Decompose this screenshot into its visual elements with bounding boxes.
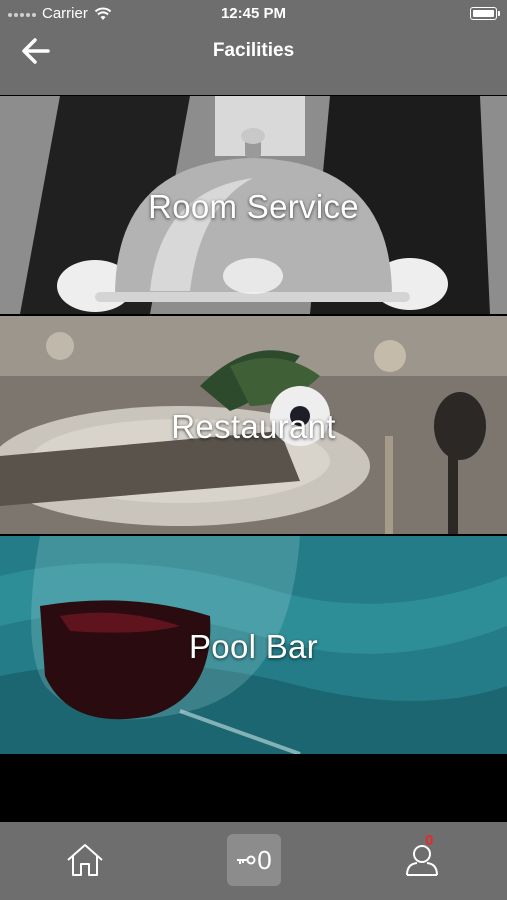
tile-restaurant[interactable]: Restaurant (0, 316, 507, 534)
key-icon (237, 855, 256, 865)
notification-badge: 0 (425, 832, 434, 849)
nav-bar: Facilities (0, 28, 507, 95)
tile-pool-bar[interactable]: Pool Bar (0, 536, 507, 754)
tile-label: Pool Bar (189, 628, 318, 665)
tile-label: Room Service (148, 188, 359, 225)
page-title: Facilities (212, 40, 295, 61)
battery-icon (470, 7, 500, 20)
tab-bar: 0 0 (0, 822, 507, 900)
tab-keys[interactable]: 0 (227, 834, 281, 886)
tile-room-service[interactable]: Room Service (0, 96, 507, 314)
tab-home[interactable] (58, 834, 112, 886)
tile-label: Restaurant (171, 408, 336, 445)
status-time: 12:45 PM (220, 5, 287, 22)
user-icon (406, 845, 438, 876)
home-icon (67, 844, 103, 876)
empty-area (0, 754, 507, 822)
key-count: 0 (257, 844, 272, 875)
tab-profile[interactable]: 0 (395, 832, 449, 886)
status-bar: Carrier 12:45 PM (0, 0, 507, 28)
